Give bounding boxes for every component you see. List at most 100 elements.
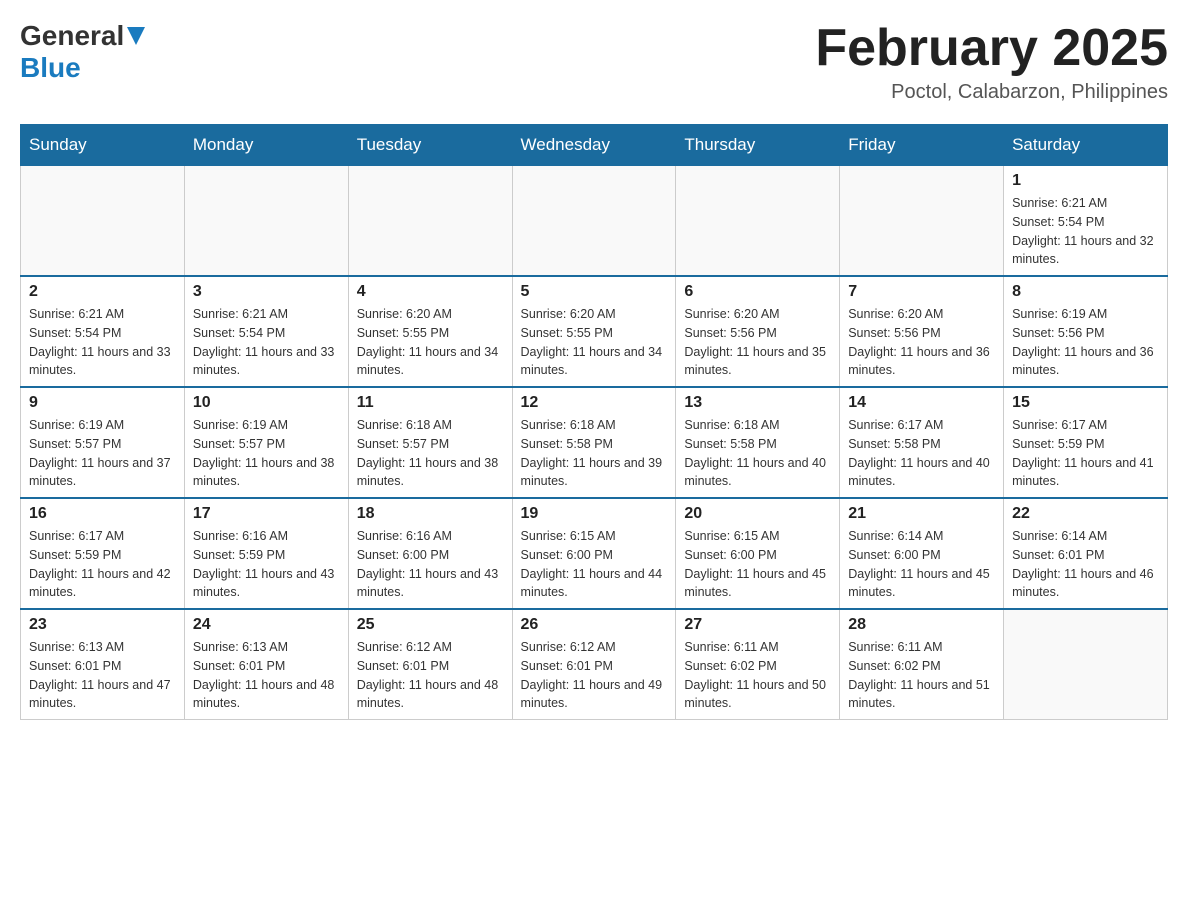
- day-number: 28: [848, 616, 995, 634]
- calendar-header-row: Sunday Monday Tuesday Wednesday Thursday…: [21, 125, 1168, 166]
- calendar-day-cell: [1004, 609, 1168, 720]
- day-number: 25: [357, 616, 504, 634]
- day-number: 17: [193, 505, 340, 523]
- calendar-day-cell: 9 Sunrise: 6:19 AMSunset: 5:57 PMDaylight…: [21, 387, 185, 498]
- calendar-day-cell: 18 Sunrise: 6:16 AMSunset: 6:00 PMDayligh…: [348, 498, 512, 609]
- calendar-day-cell: 28 Sunrise: 6:11 AMSunset: 6:02 PMDayligh…: [840, 609, 1004, 720]
- day-info: Sunrise: 6:13 AMSunset: 6:01 PMDaylight:…: [29, 638, 176, 713]
- calendar-day-cell: 10 Sunrise: 6:19 AMSunset: 5:57 PMDayligh…: [184, 387, 348, 498]
- day-number: 24: [193, 616, 340, 634]
- month-title: February 2025: [815, 20, 1168, 77]
- col-thursday: Thursday: [676, 125, 840, 166]
- day-info: Sunrise: 6:18 AMSunset: 5:58 PMDaylight:…: [521, 416, 668, 491]
- calendar-day-cell: 20 Sunrise: 6:15 AMSunset: 6:00 PMDayligh…: [676, 498, 840, 609]
- day-number: 27: [684, 616, 831, 634]
- day-info: Sunrise: 6:12 AMSunset: 6:01 PMDaylight:…: [357, 638, 504, 713]
- calendar-day-cell: 26 Sunrise: 6:12 AMSunset: 6:01 PMDayligh…: [512, 609, 676, 720]
- day-number: 3: [193, 283, 340, 301]
- day-info: Sunrise: 6:13 AMSunset: 6:01 PMDaylight:…: [193, 638, 340, 713]
- day-number: 19: [521, 505, 668, 523]
- day-number: 4: [357, 283, 504, 301]
- day-info: Sunrise: 6:16 AMSunset: 5:59 PMDaylight:…: [193, 527, 340, 602]
- day-number: 22: [1012, 505, 1159, 523]
- day-number: 6: [684, 283, 831, 301]
- day-number: 20: [684, 505, 831, 523]
- day-info: Sunrise: 6:20 AMSunset: 5:56 PMDaylight:…: [684, 305, 831, 380]
- day-info: Sunrise: 6:19 AMSunset: 5:57 PMDaylight:…: [29, 416, 176, 491]
- calendar-day-cell: 11Sunrise: 6:18 AMSunset: 5:57 PMDayligh…: [348, 387, 512, 498]
- calendar-day-cell: 22Sunrise: 6:14 AMSunset: 6:01 PMDayligh…: [1004, 498, 1168, 609]
- calendar-day-cell: 13Sunrise: 6:18 AMSunset: 5:58 PMDayligh…: [676, 387, 840, 498]
- col-saturday: Saturday: [1004, 125, 1168, 166]
- day-number: 2: [29, 283, 176, 301]
- day-number: 26: [521, 616, 668, 634]
- day-info: Sunrise: 6:12 AMSunset: 6:01 PMDaylight:…: [521, 638, 668, 713]
- calendar-day-cell: 1 Sunrise: 6:21 AMSunset: 5:54 PMDaylight…: [1004, 166, 1168, 277]
- logo-triangle-icon: [127, 27, 145, 50]
- day-number: 18: [357, 505, 504, 523]
- col-monday: Monday: [184, 125, 348, 166]
- day-number: 7: [848, 283, 995, 301]
- day-info: Sunrise: 6:17 AMSunset: 5:59 PMDaylight:…: [29, 527, 176, 602]
- logo-blue-text: Blue: [20, 52, 81, 83]
- calendar-week-row: 2 Sunrise: 6:21 AMSunset: 5:54 PMDaylight…: [21, 276, 1168, 387]
- day-number: 13: [684, 394, 831, 412]
- day-info: Sunrise: 6:17 AMSunset: 5:58 PMDaylight:…: [848, 416, 995, 491]
- calendar-day-cell: 21 Sunrise: 6:14 AMSunset: 6:00 PMDayligh…: [840, 498, 1004, 609]
- day-number: 1: [1012, 172, 1159, 190]
- calendar-day-cell: 15 Sunrise: 6:17 AMSunset: 5:59 PMDayligh…: [1004, 387, 1168, 498]
- day-info: Sunrise: 6:20 AMSunset: 5:55 PMDaylight:…: [357, 305, 504, 380]
- day-info: Sunrise: 6:19 AMSunset: 5:57 PMDaylight:…: [193, 416, 340, 491]
- day-number: 9: [29, 394, 176, 412]
- day-number: 14: [848, 394, 995, 412]
- day-number: 12: [521, 394, 668, 412]
- calendar-table: Sunday Monday Tuesday Wednesday Thursday…: [20, 124, 1168, 720]
- day-info: Sunrise: 6:15 AMSunset: 6:00 PMDaylight:…: [521, 527, 668, 602]
- calendar-day-cell: 19 Sunrise: 6:15 AMSunset: 6:00 PMDayligh…: [512, 498, 676, 609]
- calendar-day-cell: [512, 166, 676, 277]
- calendar-day-cell: 16 Sunrise: 6:17 AMSunset: 5:59 PMDayligh…: [21, 498, 185, 609]
- calendar-week-row: 9 Sunrise: 6:19 AMSunset: 5:57 PMDaylight…: [21, 387, 1168, 498]
- col-wednesday: Wednesday: [512, 125, 676, 166]
- calendar-day-cell: 14 Sunrise: 6:17 AMSunset: 5:58 PMDayligh…: [840, 387, 1004, 498]
- col-sunday: Sunday: [21, 125, 185, 166]
- day-info: Sunrise: 6:11 AMSunset: 6:02 PMDaylight:…: [684, 638, 831, 713]
- day-number: 11: [357, 394, 504, 412]
- day-number: 16: [29, 505, 176, 523]
- calendar-day-cell: 27 Sunrise: 6:11 AMSunset: 6:02 PMDayligh…: [676, 609, 840, 720]
- calendar-day-cell: 8Sunrise: 6:19 AMSunset: 5:56 PMDaylight…: [1004, 276, 1168, 387]
- calendar-day-cell: 5 Sunrise: 6:20 AMSunset: 5:55 PMDaylight…: [512, 276, 676, 387]
- day-number: 10: [193, 394, 340, 412]
- calendar-week-row: 1 Sunrise: 6:21 AMSunset: 5:54 PMDaylight…: [21, 166, 1168, 277]
- day-number: 8: [1012, 283, 1159, 301]
- calendar-day-cell: 24 Sunrise: 6:13 AMSunset: 6:01 PMDayligh…: [184, 609, 348, 720]
- day-number: 5: [521, 283, 668, 301]
- calendar-day-cell: [348, 166, 512, 277]
- day-info: Sunrise: 6:21 AMSunset: 5:54 PMDaylight:…: [1012, 194, 1159, 269]
- day-info: Sunrise: 6:14 AMSunset: 6:00 PMDaylight:…: [848, 527, 995, 602]
- day-info: Sunrise: 6:11 AMSunset: 6:02 PMDaylight:…: [848, 638, 995, 713]
- day-info: Sunrise: 6:21 AMSunset: 5:54 PMDaylight:…: [29, 305, 176, 380]
- calendar-week-row: 23 Sunrise: 6:13 AMSunset: 6:01 PMDayligh…: [21, 609, 1168, 720]
- day-info: Sunrise: 6:15 AMSunset: 6:00 PMDaylight:…: [684, 527, 831, 602]
- col-friday: Friday: [840, 125, 1004, 166]
- day-number: 21: [848, 505, 995, 523]
- logo-general-text: General: [20, 20, 124, 52]
- calendar-day-cell: 3Sunrise: 6:21 AMSunset: 5:54 PMDaylight…: [184, 276, 348, 387]
- day-info: Sunrise: 6:17 AMSunset: 5:59 PMDaylight:…: [1012, 416, 1159, 491]
- day-number: 15: [1012, 394, 1159, 412]
- logo: General Blue: [20, 20, 145, 84]
- calendar-day-cell: 17 Sunrise: 6:16 AMSunset: 5:59 PMDayligh…: [184, 498, 348, 609]
- calendar-day-cell: 23 Sunrise: 6:13 AMSunset: 6:01 PMDayligh…: [21, 609, 185, 720]
- calendar-day-cell: [676, 166, 840, 277]
- day-info: Sunrise: 6:16 AMSunset: 6:00 PMDaylight:…: [357, 527, 504, 602]
- day-info: Sunrise: 6:20 AMSunset: 5:55 PMDaylight:…: [521, 305, 668, 380]
- calendar-day-cell: 7Sunrise: 6:20 AMSunset: 5:56 PMDaylight…: [840, 276, 1004, 387]
- calendar-day-cell: 6 Sunrise: 6:20 AMSunset: 5:56 PMDaylight…: [676, 276, 840, 387]
- title-section: February 2025 Poctol, Calabarzon, Philip…: [815, 20, 1168, 104]
- calendar-day-cell: 12 Sunrise: 6:18 AMSunset: 5:58 PMDayligh…: [512, 387, 676, 498]
- calendar-day-cell: [840, 166, 1004, 277]
- day-number: 23: [29, 616, 176, 634]
- calendar-day-cell: 4 Sunrise: 6:20 AMSunset: 5:55 PMDaylight…: [348, 276, 512, 387]
- location-text: Poctol, Calabarzon, Philippines: [815, 81, 1168, 104]
